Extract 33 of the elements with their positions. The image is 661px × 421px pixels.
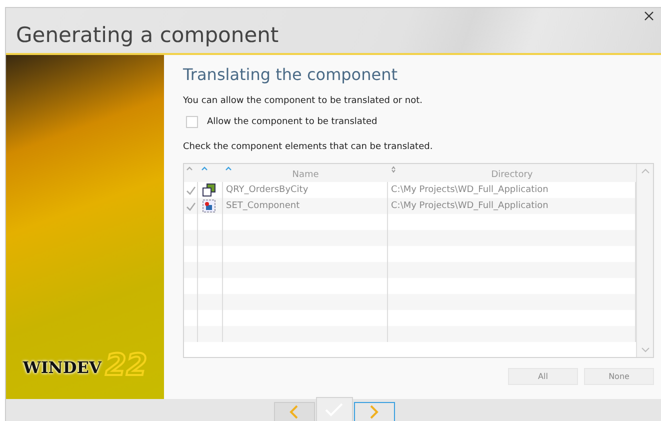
directory-cell: C:\My Projects\WD_Full_Application	[391, 185, 548, 195]
check-column-sort-icon[interactable]	[186, 166, 193, 171]
select-button[interactable]: All	[508, 368, 578, 385]
name-cell: QRY_OrdersByCity	[226, 185, 308, 195]
checkbox-label: Allow the component to be translated	[207, 117, 378, 127]
icon-column-sort-icon[interactable]	[201, 166, 208, 171]
intro-text: You can allow the component to be translated or not.	[183, 96, 424, 106]
check-icon[interactable]	[186, 202, 196, 210]
allow-checkbox[interactable]	[186, 116, 198, 128]
component-set-icon	[202, 199, 216, 213]
finish-button[interactable]	[316, 397, 352, 421]
previous-button[interactable]	[274, 402, 314, 421]
scroll-down-icon[interactable]	[640, 347, 650, 353]
scrollbar[interactable]	[636, 164, 653, 357]
table-row[interactable]: QRY_OrdersByCity C:\My Projects\WD_Full_Application	[184, 182, 636, 198]
select-button[interactable]: None	[584, 368, 654, 385]
name-cell: SET_Component	[226, 201, 300, 211]
window-title: Generating a component	[16, 23, 279, 47]
close-button[interactable]	[642, 9, 656, 23]
sort-icon[interactable]	[391, 166, 396, 173]
sort-icon[interactable]	[225, 166, 232, 171]
column-header[interactable]: Name	[223, 164, 388, 182]
scroll-up-icon[interactable]	[640, 168, 650, 174]
table-row[interactable]: SET_Component C:\My Projects\WD_Full_Application	[184, 198, 636, 214]
next-button[interactable]	[354, 402, 394, 421]
chevron-left-icon[interactable]	[289, 405, 299, 419]
logo-text: WINDEV	[22, 358, 102, 377]
chevron-right-icon[interactable]	[369, 405, 379, 419]
column-header[interactable]: Directory	[388, 164, 636, 182]
directory-cell: C:\My Projects\WD_Full_Application	[391, 201, 548, 211]
page-heading: Translating the component	[183, 65, 398, 84]
table-hint: Check the component elements that can be translated.	[183, 142, 434, 152]
check-icon[interactable]	[186, 186, 196, 194]
